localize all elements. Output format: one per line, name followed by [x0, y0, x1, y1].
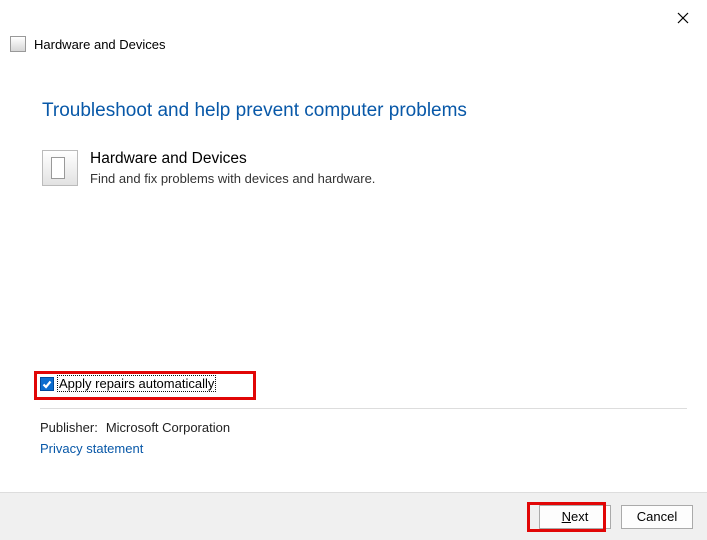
wizard-icon [10, 36, 26, 52]
publisher-label: Publisher: [40, 420, 98, 435]
close-button[interactable] [671, 6, 695, 30]
button-bar: Next Cancel [0, 492, 707, 540]
next-button[interactable]: Next [539, 505, 611, 529]
next-accelerator: N [562, 509, 571, 524]
checkmark-icon [42, 379, 52, 389]
divider [40, 408, 687, 409]
checkbox-row[interactable]: Apply repairs automatically [40, 376, 215, 391]
devices-icon [42, 150, 78, 186]
publisher-value: Microsoft Corporation [106, 420, 230, 435]
apply-repairs-label: Apply repairs automatically [58, 376, 215, 391]
page-heading: Troubleshoot and help prevent computer p… [42, 100, 687, 122]
apply-repairs-checkbox[interactable] [40, 377, 54, 391]
footer-info: Publisher: Microsoft Corporation Privacy… [40, 420, 230, 456]
titlebar: Hardware and Devices [10, 36, 166, 52]
troubleshooter-section: Hardware and Devices Find and fix proble… [42, 150, 687, 186]
section-subtitle: Find and fix problems with devices and h… [90, 171, 375, 186]
window-title: Hardware and Devices [34, 37, 166, 52]
close-icon [677, 12, 689, 24]
troubleshooter-window: Hardware and Devices Troubleshoot and he… [0, 0, 707, 540]
main-content: Troubleshoot and help prevent computer p… [42, 100, 687, 206]
section-title: Hardware and Devices [90, 150, 375, 169]
cancel-button[interactable]: Cancel [621, 505, 693, 529]
next-rest: ext [571, 509, 588, 524]
section-text: Hardware and Devices Find and fix proble… [90, 150, 375, 186]
privacy-statement-link[interactable]: Privacy statement [40, 441, 230, 456]
